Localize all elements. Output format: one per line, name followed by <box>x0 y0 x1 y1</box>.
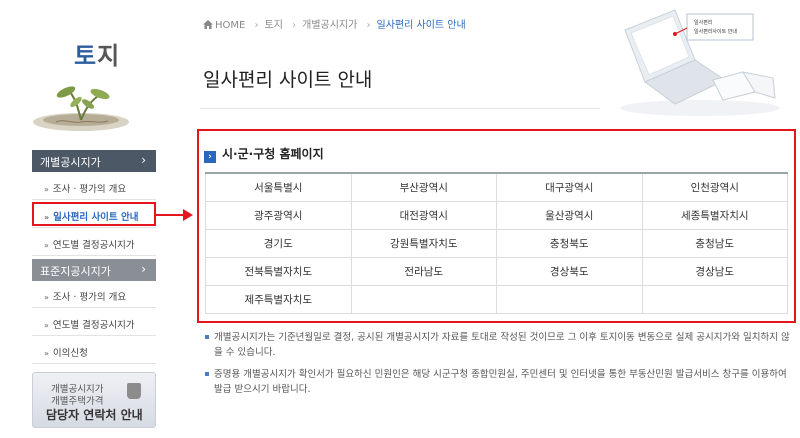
city-link[interactable]: 충청남도 <box>641 228 788 258</box>
breadcrumb-current: 일사편리 사이트 안내 <box>376 20 466 31</box>
chevron-right-icon: › <box>141 153 146 167</box>
bullet-icon: » <box>44 185 49 194</box>
chevron-right-icon: › <box>254 20 259 31</box>
city-link[interactable]: 제주특별자치도 <box>205 284 352 315</box>
laptop-book-illustration: 일사편리 일사편리사이트 안내 <box>620 9 780 116</box>
submenu-annual-land-price[interactable]: » 연도별 결정공시지가 <box>32 230 156 256</box>
bullet-icon: » <box>44 349 49 358</box>
menu-standard-land-price[interactable]: 표준지공시지가 › <box>32 259 156 281</box>
city-link[interactable]: 광주광역시 <box>205 200 352 230</box>
city-link[interactable]: 울산광역시 <box>496 200 643 230</box>
city-link[interactable]: 전라남도 <box>350 256 497 286</box>
table-row: 광주광역시 대전광역시 울산광역시 세종특별자치시 <box>205 200 788 230</box>
breadcrumb-individual-price[interactable]: 개별공시지가 <box>302 20 357 31</box>
city-link[interactable]: 경기도 <box>205 228 352 258</box>
empty-cell <box>641 284 788 315</box>
submenu-survey-overview[interactable]: » 조사 · 평가의 개요 <box>32 174 156 200</box>
city-link[interactable]: 경상남도 <box>641 256 788 286</box>
table-row: 서울특별시 부산광역시 대구광역시 인천광역시 <box>205 171 788 202</box>
note-item: 증명용 개별공시지가 확인서가 필요하신 민원인은 해당 시군구청 종합민원실,… <box>205 367 790 397</box>
document-bag-icon <box>127 383 141 399</box>
submenu-objection[interactable]: » 이의신청 <box>32 338 156 364</box>
city-link[interactable]: 부산광역시 <box>350 171 497 202</box>
table-row: 제주특별자치도 <box>205 284 788 315</box>
table-row: 전북특별자치도 전라남도 경상북도 경상남도 <box>205 256 788 286</box>
city-link[interactable]: 서울특별시 <box>205 171 352 202</box>
city-link[interactable]: 충청북도 <box>496 228 643 258</box>
arrow-right-icon <box>183 209 193 221</box>
breadcrumb-home[interactable]: HOME <box>215 20 245 31</box>
bullet-square-icon <box>205 372 209 376</box>
empty-cell <box>496 284 643 315</box>
breadcrumb-land[interactable]: 토지 <box>265 20 283 31</box>
city-link[interactable]: 세종특별자치시 <box>641 200 788 230</box>
city-link[interactable]: 강원특별자치도 <box>350 228 497 258</box>
svg-text:일사편리사이트 안내: 일사편리사이트 안내 <box>694 28 737 35</box>
city-link[interactable]: 인천광역시 <box>641 171 788 202</box>
bullet-icon: » <box>44 321 49 330</box>
page-title: 일사편리 사이트 안내 <box>203 69 373 91</box>
chevron-right-icon: › <box>292 20 297 31</box>
divider <box>200 108 600 109</box>
home-icon <box>203 20 213 29</box>
contact-guide-button[interactable]: 개별공시지가 개별주택가격 담당자 연락처 안내 <box>32 372 156 428</box>
table-row: 경기도 강원특별자치도 충청북도 충청남도 <box>205 228 788 258</box>
section-title: 토지 <box>74 42 121 70</box>
city-link[interactable]: 경상북도 <box>496 256 643 286</box>
submenu-standard-annual-price[interactable]: » 연도별 결정공시지가 <box>32 310 156 336</box>
city-link[interactable]: 대구광역시 <box>496 171 643 202</box>
note-item: 개별공시지가는 기준년월일로 결정, 공시된 개별공시지가 자료를 토대로 작성… <box>205 330 790 360</box>
city-homepage-table: 서울특별시 부산광역시 대구광역시 인천광역시 광주광역시 대전광역시 울산광역… <box>205 171 788 315</box>
bullet-square-icon <box>205 335 209 339</box>
bullet-icon: » <box>44 241 49 250</box>
submenu-standard-survey-overview[interactable]: » 조사 · 평가의 개요 <box>32 282 156 308</box>
chevron-right-icon: › <box>366 20 371 31</box>
section-title-city-homepages: › 시·군·구청 홈페이지 <box>204 145 324 163</box>
bullet-icon: » <box>44 293 49 302</box>
pointer-arrow-line <box>156 214 184 216</box>
svg-text:일사편리: 일사편리 <box>694 19 712 26</box>
menu-individual-land-price[interactable]: 개별공시지가 › <box>32 150 156 172</box>
breadcrumb: HOME › 토지 › 개별공시지가 › 일사편리 사이트 안내 <box>203 16 466 31</box>
land-plant-illustration <box>33 86 129 131</box>
active-item-highlight <box>32 202 156 226</box>
city-link[interactable]: 대전광역시 <box>350 200 497 230</box>
chevron-right-icon: › <box>204 151 216 163</box>
empty-cell <box>350 284 497 315</box>
chevron-right-icon: › <box>141 262 146 276</box>
city-link[interactable]: 전북특별자치도 <box>205 256 352 286</box>
